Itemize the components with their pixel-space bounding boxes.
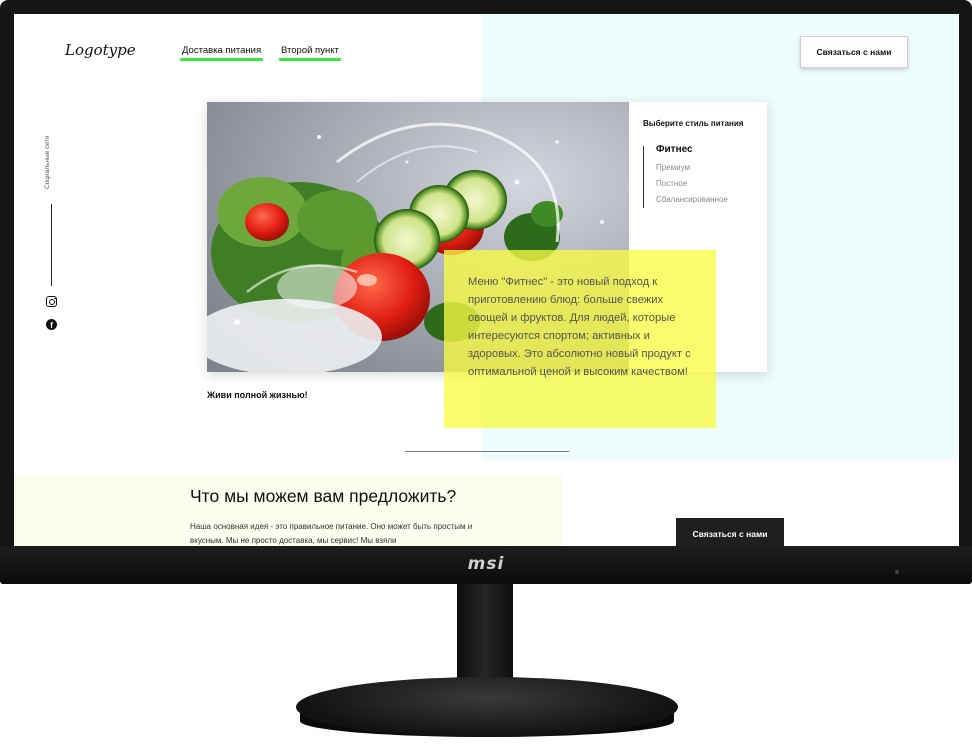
nav-link-second-item[interactable]: Второй пункт (279, 45, 341, 61)
diet-style-option-premium[interactable]: Премиум (656, 163, 690, 172)
nav-link-label: Доставка питания (182, 45, 262, 56)
monitor-brand-logo: msi (467, 554, 505, 574)
nav-underline (279, 58, 341, 61)
menu-description-text: Меню "Фитнес" - это новый подход к приго… (468, 276, 691, 378)
section-divider (405, 451, 569, 452)
diet-style-option-fitness[interactable]: Фитнес (656, 144, 693, 155)
monitor-stand-base (296, 677, 678, 737)
nav-link-label: Второй пункт (281, 45, 339, 56)
menu-description-box: Меню "Фитнес" - это новый подход к приго… (444, 250, 716, 428)
nav-underline (180, 58, 264, 61)
site-logo[interactable]: Logotype (65, 41, 136, 59)
social-networks-label: Социальные сети (44, 135, 51, 189)
offer-section-text: Наша основная идея - это правильное пита… (190, 522, 473, 545)
website-screen: Logotype Доставка питания Второй пункт С… (14, 14, 959, 546)
monitor-stand-neck (457, 584, 513, 684)
contact-us-button[interactable]: Связаться с нами (800, 36, 908, 68)
offer-section-title: Что мы можем вам предложить? (190, 486, 457, 506)
diet-style-option-lenten[interactable]: Постное (656, 179, 687, 188)
facebook-icon[interactable]: f (46, 319, 57, 330)
diet-style-title: Выберите стиль питания (643, 119, 744, 128)
nav-link-food-delivery[interactable]: Доставка питания (180, 45, 264, 61)
contact-us-button-dark[interactable]: Связаться с нами (676, 518, 784, 546)
power-led (895, 570, 899, 574)
hero-tagline: Живи полной жизнью! (207, 390, 308, 400)
diet-style-list: Фитнес Премиум Постное Сбалансированное (643, 144, 763, 208)
instagram-icon[interactable] (46, 296, 57, 307)
diet-style-option-balanced[interactable]: Сбалансированное (656, 195, 728, 204)
social-divider-line (51, 204, 52, 286)
